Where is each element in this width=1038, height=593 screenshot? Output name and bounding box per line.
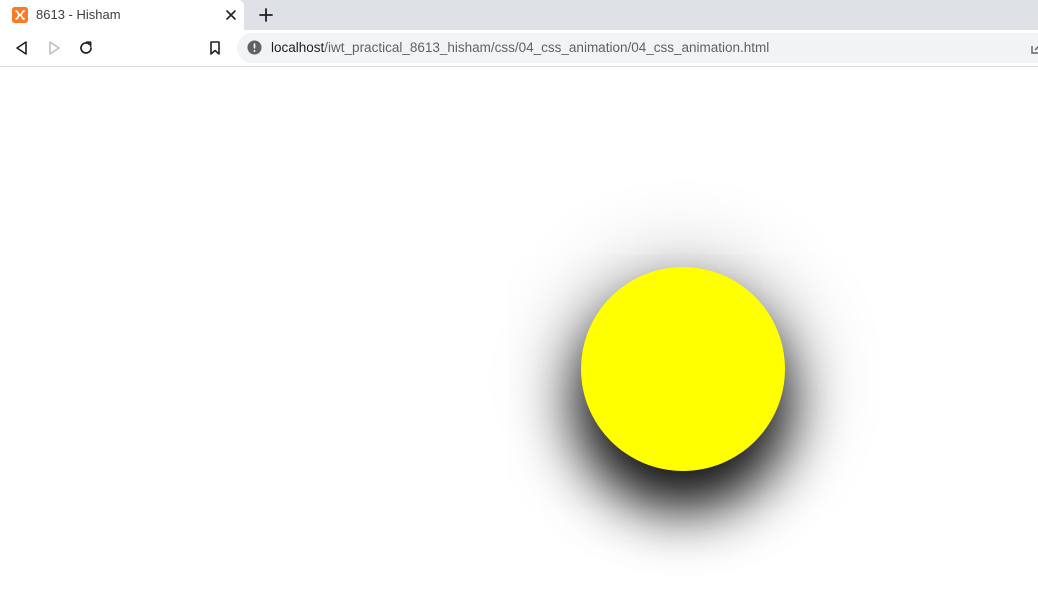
address-bar[interactable]: localhost/iwt_practical_8613_hisham/css/… bbox=[237, 33, 1038, 63]
xampp-icon bbox=[12, 7, 28, 23]
tab-strip: 8613 - Hisham bbox=[0, 0, 1038, 30]
back-arrow-icon[interactable] bbox=[13, 39, 31, 57]
close-icon[interactable] bbox=[224, 8, 238, 22]
animated-yellow-ball bbox=[581, 267, 785, 471]
url-text[interactable]: localhost/iwt_practical_8613_hisham/css/… bbox=[271, 40, 769, 55]
tab-active[interactable]: 8613 - Hisham bbox=[0, 0, 244, 30]
tab-title: 8613 - Hisham bbox=[36, 7, 121, 22]
share-icon[interactable] bbox=[1030, 41, 1038, 55]
forward-arrow-icon[interactable] bbox=[45, 39, 63, 57]
url-host: localhost bbox=[271, 40, 325, 55]
page-content bbox=[0, 67, 1038, 593]
new-tab-plus-icon[interactable] bbox=[257, 6, 275, 24]
browser-window: 8613 - Hisham localhost/iwt_practical_86… bbox=[0, 0, 1038, 593]
bookmark-icon[interactable] bbox=[206, 39, 224, 57]
toolbar: localhost/iwt_practical_8613_hisham/css/… bbox=[0, 30, 1038, 67]
info-icon[interactable] bbox=[247, 40, 262, 55]
reload-icon[interactable] bbox=[77, 39, 95, 57]
url-path: /iwt_practical_8613_hisham/css/04_css_an… bbox=[324, 40, 770, 55]
